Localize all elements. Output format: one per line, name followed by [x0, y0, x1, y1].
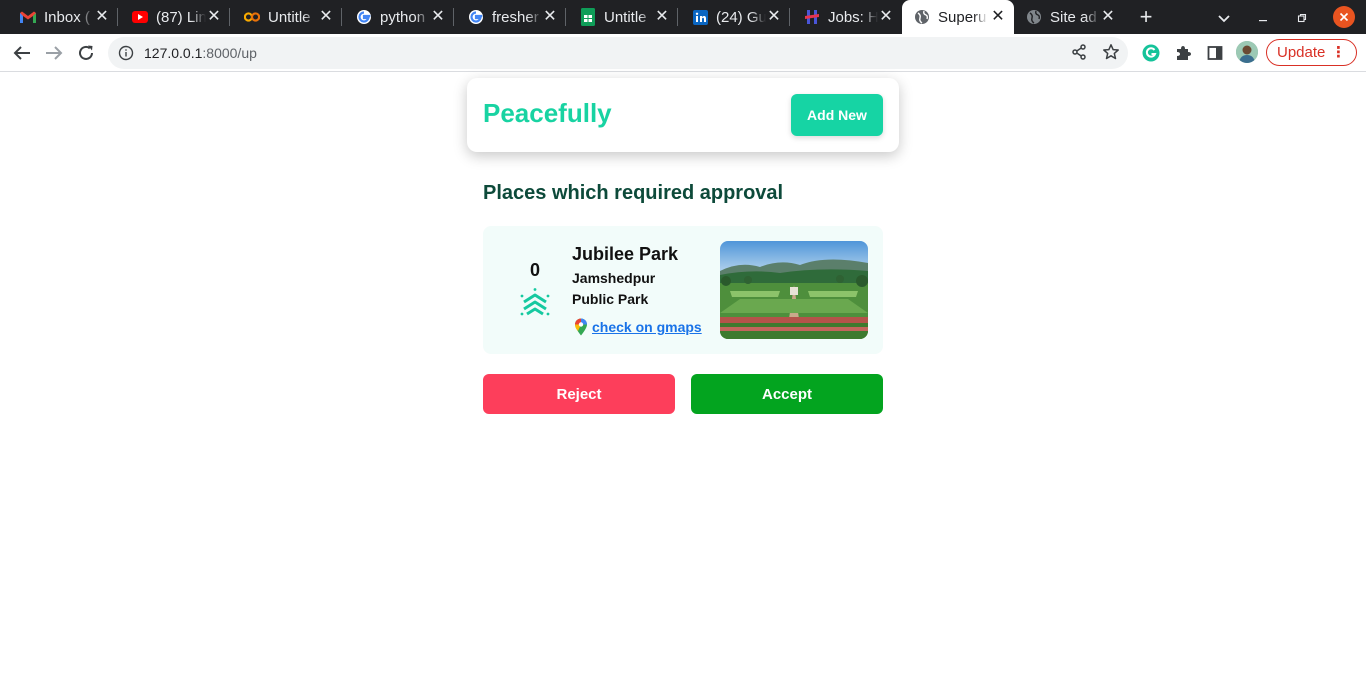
- reload-icon[interactable]: [75, 42, 97, 64]
- linkedin-icon: [692, 9, 708, 25]
- close-tab-icon[interactable]: ✕: [1100, 9, 1116, 25]
- browser-update-button[interactable]: Update ⋮: [1266, 39, 1357, 66]
- browser-toolbar: 127.0.0.1:8000/up Update ⋮: [0, 34, 1366, 72]
- browser-tab-active[interactable]: Superu ✕: [902, 0, 1014, 34]
- browser-tab[interactable]: (24) Gu ✕: [672, 0, 790, 34]
- profile-avatar[interactable]: [1236, 41, 1258, 63]
- add-new-button[interactable]: Add New: [791, 94, 883, 136]
- browser-tab[interactable]: (87) Lin ✕: [112, 0, 230, 34]
- new-tab-icon[interactable]: +: [1136, 6, 1156, 28]
- url-host: 127.0.0.1: [144, 45, 203, 61]
- gmaps-link[interactable]: check on gmaps: [592, 319, 702, 335]
- browser-menu-icon[interactable]: ⋮: [1331, 44, 1346, 61]
- globe-icon: [1026, 9, 1042, 25]
- browser-tab[interactable]: Untitle ✕: [224, 0, 342, 34]
- browser-tab-strip: Inbox ( ✕ (87) Lin ✕ Untitle ✕ python ✕ …: [0, 0, 1366, 34]
- google-icon: [356, 9, 372, 25]
- bookmark-star-icon[interactable]: [1101, 42, 1121, 62]
- accept-button[interactable]: Accept: [691, 374, 883, 414]
- place-photo: [720, 241, 868, 339]
- app-header: Peacefully Add New: [467, 78, 899, 152]
- grammarly-icon[interactable]: [1140, 42, 1162, 64]
- close-tab-icon[interactable]: ✕: [430, 9, 446, 25]
- restore-window-icon[interactable]: [1292, 7, 1312, 27]
- address-bar[interactable]: 127.0.0.1:8000/up: [108, 37, 1128, 69]
- minimize-window-icon[interactable]: [1253, 7, 1273, 27]
- colab-icon: [244, 9, 260, 25]
- side-panel-icon[interactable]: [1204, 42, 1226, 64]
- brand-logo-text[interactable]: Peacefully: [483, 98, 612, 129]
- sheets-icon: [580, 8, 596, 26]
- place-city: Jamshedpur: [572, 270, 656, 286]
- extensions-puzzle-icon[interactable]: [1172, 42, 1194, 64]
- close-tab-icon[interactable]: ✕: [318, 9, 334, 25]
- close-window-icon[interactable]: [1333, 6, 1355, 28]
- place-card: 0 Jubilee Park Jamshedpur Public Park ch…: [483, 226, 883, 354]
- close-tab-icon[interactable]: ✕: [990, 9, 1006, 25]
- gmail-icon: [20, 9, 36, 25]
- page-title: Places which required approval: [483, 182, 784, 204]
- browser-tab[interactable]: fresher ✕: [448, 0, 566, 34]
- place-name: Jubilee Park: [572, 244, 679, 264]
- close-tab-icon[interactable]: ✕: [206, 9, 222, 25]
- share-icon[interactable]: [1069, 42, 1089, 62]
- hack-icon: [804, 9, 820, 25]
- google-maps-pin-icon: [574, 318, 588, 336]
- forward-arrow-icon[interactable]: [43, 42, 65, 64]
- reject-button[interactable]: Reject: [483, 374, 675, 414]
- close-tab-icon[interactable]: ✕: [878, 9, 894, 25]
- browser-tab[interactable]: Inbox ( ✕: [0, 0, 118, 34]
- close-tab-icon[interactable]: ✕: [766, 9, 782, 25]
- info-icon[interactable]: [118, 45, 134, 61]
- youtube-icon: [132, 9, 148, 25]
- update-label: Update: [1277, 44, 1326, 61]
- gmaps-link-row: check on gmaps: [574, 318, 702, 336]
- browser-tab[interactable]: Untitle ✕: [560, 0, 678, 34]
- back-arrow-icon[interactable]: [11, 42, 33, 64]
- google-icon: [468, 9, 484, 25]
- url-path: :8000/up: [202, 45, 257, 61]
- close-tab-icon[interactable]: ✕: [654, 9, 670, 25]
- close-tab-icon[interactable]: ✕: [542, 9, 558, 25]
- vote-count: 0: [529, 260, 540, 280]
- close-tab-icon[interactable]: ✕: [94, 9, 110, 25]
- tab-search-chevron-icon[interactable]: [1214, 7, 1234, 27]
- globe-icon: [914, 9, 930, 25]
- browser-tab[interactable]: Jobs: H ✕: [784, 0, 902, 34]
- browser-tab[interactable]: Site ad ✕: [1014, 0, 1124, 34]
- upvote-chevron-icon[interactable]: [519, 287, 551, 319]
- browser-tab[interactable]: python ✕: [336, 0, 454, 34]
- place-type: Public Park: [572, 291, 649, 307]
